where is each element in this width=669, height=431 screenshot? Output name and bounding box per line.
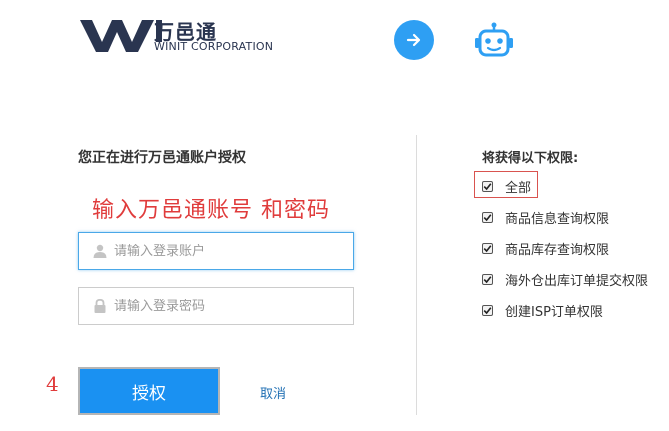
permission-item-all[interactable]: 全部 — [482, 177, 531, 196]
permission-label: 商品库存查询权限 — [505, 243, 610, 258]
password-input-box[interactable] — [78, 287, 354, 325]
arrow-right-icon — [394, 20, 434, 60]
permission-item-outbound-order[interactable]: 海外仓出库订单提交权限 — [482, 270, 648, 289]
robot-icon — [475, 22, 513, 57]
permission-label: 商品信息查询权限 — [505, 212, 610, 227]
permission-label: 海外仓出库订单提交权限 — [505, 274, 649, 289]
permission-item-inventory[interactable]: 商品库存查询权限 — [482, 239, 609, 258]
vertical-divider — [416, 135, 417, 415]
lock-icon — [92, 298, 108, 314]
checkbox-checked-icon[interactable] — [482, 212, 493, 223]
user-icon — [92, 243, 108, 259]
password-input[interactable] — [114, 298, 334, 314]
checkbox-checked-icon[interactable] — [482, 274, 493, 285]
checkbox-checked-icon[interactable] — [482, 243, 493, 254]
permission-item-product-info[interactable]: 商品信息查询权限 — [482, 208, 609, 227]
permission-item-isp-order[interactable]: 创建ISP订单权限 — [482, 301, 603, 320]
annotation-text: 输入万邑通账号 和密码 — [92, 198, 330, 223]
account-input[interactable] — [114, 243, 334, 259]
authorization-title: 您正在进行万邑通账户授权 — [78, 150, 246, 166]
cancel-link[interactable]: 取消 — [260, 383, 286, 402]
logo-english-text: WINIT CORPORATION — [154, 40, 274, 53]
permissions-title: 将获得以下权限: — [482, 151, 579, 166]
account-input-box[interactable] — [78, 232, 354, 270]
authorize-button[interactable]: 授权 — [78, 367, 220, 415]
permission-label: 创建ISP订单权限 — [505, 305, 603, 320]
permission-label: 全部 — [505, 181, 532, 196]
checkbox-checked-icon[interactable] — [482, 305, 493, 316]
checkbox-checked-icon[interactable] — [482, 181, 493, 192]
step-number: 4 — [46, 372, 59, 396]
